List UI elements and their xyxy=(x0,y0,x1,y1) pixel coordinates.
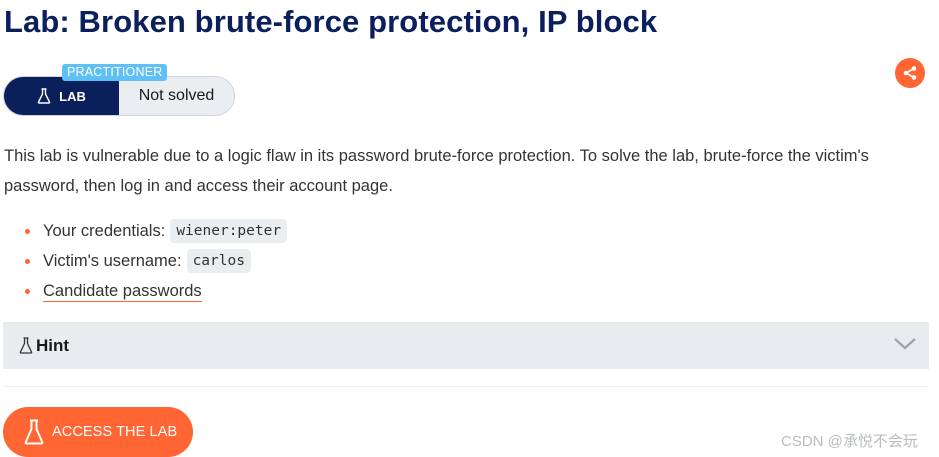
bullet xyxy=(25,229,30,234)
chevron-down-icon xyxy=(894,338,916,350)
lab-description: This lab is vulnerable due to a logic fl… xyxy=(4,147,869,195)
credentials-value: wiener:peter xyxy=(170,219,288,243)
victim-username-value: carlos xyxy=(186,249,251,273)
flask-icon xyxy=(37,88,51,104)
lab-type-indicator: LAB xyxy=(4,77,119,115)
victim-username-label: Victim's username: xyxy=(43,251,182,270)
hint-label: Hint xyxy=(36,335,70,355)
access-lab-button[interactable]: ACCESS THE LAB xyxy=(3,407,193,457)
lab-status-pill: LAB Not solved xyxy=(3,76,235,116)
list-item: Victim's username: carlos xyxy=(23,246,287,276)
share-icon xyxy=(903,66,917,80)
flask-icon xyxy=(19,337,33,354)
credentials-label: Your credentials: xyxy=(43,221,166,240)
lab-status-widget: LAB Not solved PRACTITIONER xyxy=(3,64,235,116)
divider xyxy=(3,386,929,387)
access-lab-label: ACCESS THE LAB xyxy=(52,424,178,440)
list-item: Your credentials: wiener:peter xyxy=(23,216,288,246)
flask-icon xyxy=(24,419,44,445)
hint-toggle[interactable]: Hint xyxy=(3,322,929,369)
bullet xyxy=(25,289,30,294)
lab-label: LAB xyxy=(59,88,86,104)
list-item: Candidate passwords xyxy=(23,276,287,306)
solved-status: Not solved xyxy=(119,77,234,115)
page-title: Lab: Broken brute-force protection, IP b… xyxy=(4,4,658,39)
bullet xyxy=(25,259,30,264)
credentials-list: Your credentials: wiener:peter Victim's … xyxy=(23,216,288,306)
level-badge: PRACTITIONER xyxy=(62,64,168,81)
watermark: CSDN @承悦不会玩 xyxy=(781,433,918,450)
share-button[interactable] xyxy=(895,58,925,88)
candidate-passwords-link[interactable]: Candidate passwords xyxy=(43,281,202,302)
